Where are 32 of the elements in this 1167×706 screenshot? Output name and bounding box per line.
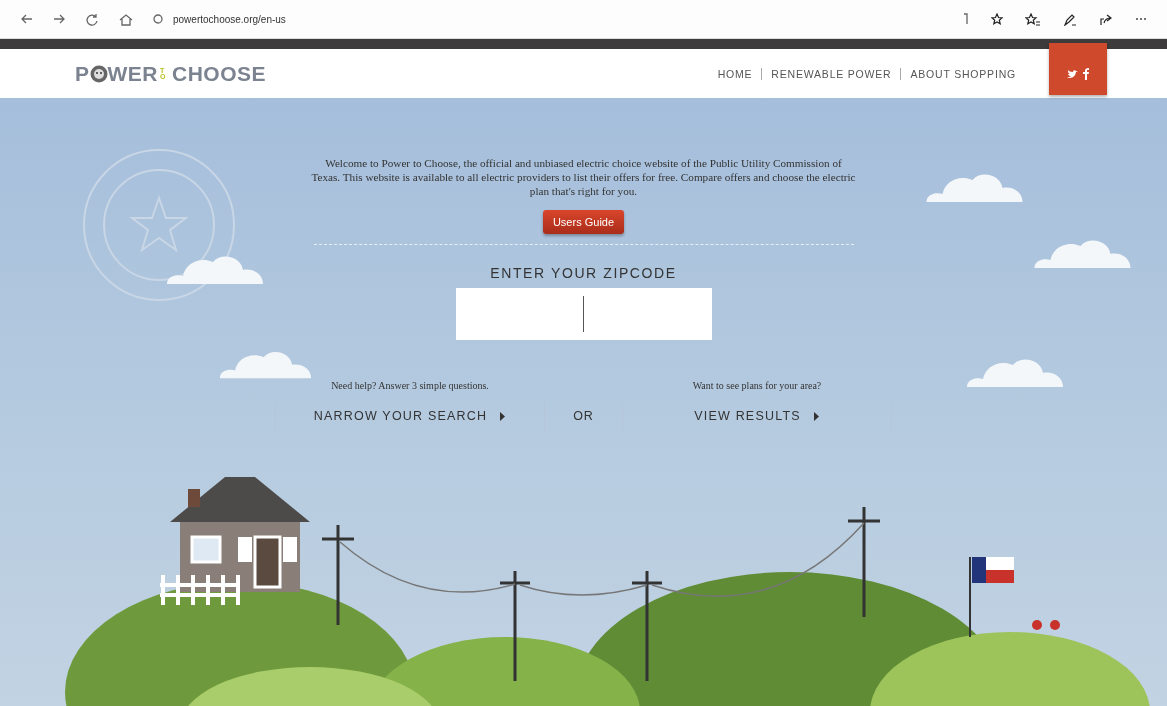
- view-results-button[interactable]: VIEW RESULTS: [622, 401, 892, 431]
- narrow-search-button[interactable]: NARROW YOUR SEARCH: [275, 401, 545, 431]
- zipcode-label: ENTER YOUR ZIPCODE: [490, 265, 677, 281]
- power-plug-icon[interactable]: [89, 64, 108, 83]
- facebook-icon[interactable]: [1082, 68, 1090, 80]
- logo-text: WER: [107, 61, 158, 86]
- users-guide-button[interactable]: Users Guide: [542, 210, 625, 234]
- pen-icon[interactable]: [1063, 12, 1077, 26]
- home-icon[interactable]: [119, 12, 133, 26]
- logo-text: P: [75, 61, 90, 86]
- more-icon[interactable]: [1135, 15, 1147, 23]
- nav-link[interactable]: HOME: [708, 67, 762, 80]
- nav-link[interactable]: RENEWABLE POWER: [761, 67, 901, 80]
- intro-paragraph: Welcome to Power to Choose, the official and unbiased electric choice website of the Public Utility Commission of Texas. This website is available to all electric providers to list their offers for free. Compare offers and choose the electric plan that's right for you.: [311, 156, 856, 198]
- help-prompt: Want to see plans for your area?: [692, 380, 822, 391]
- logo-text: CHOOSE: [172, 61, 267, 86]
- twitter-icon[interactable]: [1066, 68, 1078, 80]
- forward-icon[interactable]: [53, 13, 66, 25]
- back-icon[interactable]: [20, 13, 33, 25]
- chevron-right-icon[interactable]: [499, 410, 507, 422]
- page-info-icon[interactable]: [153, 14, 163, 24]
- favorites-icon[interactable]: [1025, 12, 1041, 26]
- or-divider-text: OR: [573, 408, 594, 425]
- address-bar-url[interactable]: powertochoose.org/en-us: [173, 13, 286, 25]
- nav-link[interactable]: ABOUT SHOPPING: [900, 67, 1025, 80]
- star-icon[interactable]: [991, 13, 1003, 25]
- help-prompt: Need help? Answer 3 simple questions.: [331, 380, 489, 391]
- share-icon[interactable]: [1099, 12, 1113, 26]
- refresh-icon[interactable]: [86, 12, 99, 26]
- text-cursor: [582, 296, 585, 332]
- zipcode-input-field[interactable]: [455, 288, 712, 340]
- chevron-right-icon[interactable]: [812, 410, 820, 422]
